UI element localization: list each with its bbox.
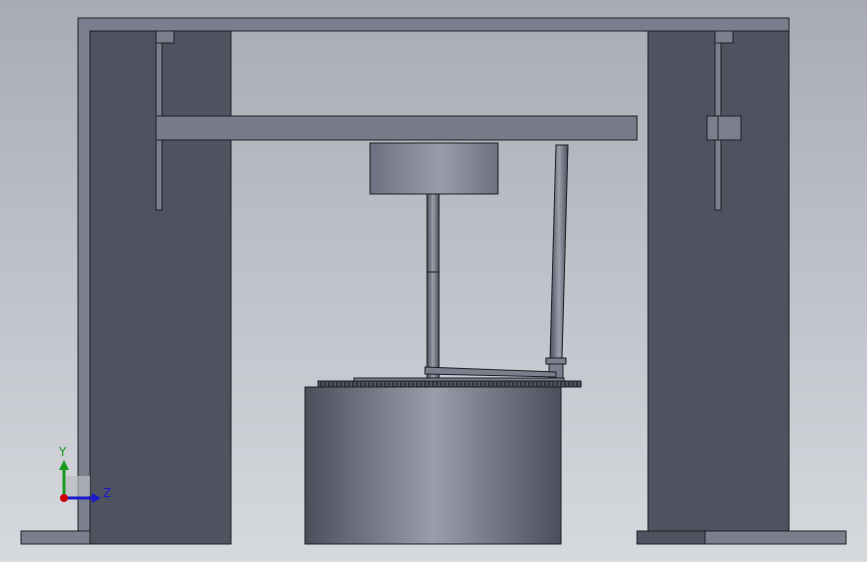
motor-housing [369,142,499,195]
drum [304,386,562,545]
gear-teeth [318,381,581,387]
z-axis-label: Z [103,486,111,500]
right-rod-cap [714,30,734,44]
y-axis-label: Y [58,445,67,459]
rod-collar [545,357,567,365]
main-shaft [426,193,440,381]
right-slider-block [706,115,742,141]
left-rod-cap [155,30,175,44]
cad-viewport[interactable]: Y Z [0,0,867,562]
triad-plane [64,476,90,500]
right-column-foot [636,530,706,545]
cross-beam [155,115,638,141]
x-axis-dot [60,494,68,502]
